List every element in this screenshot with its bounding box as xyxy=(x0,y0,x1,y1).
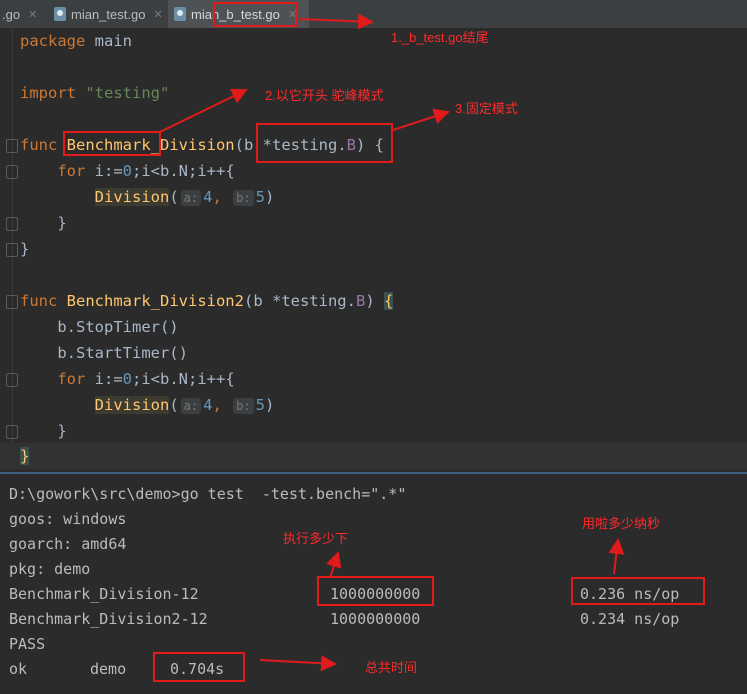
fold-icon[interactable] xyxy=(6,217,18,231)
type-pkg: *testing xyxy=(271,292,347,310)
bench-speed: 0.234 ns/op xyxy=(580,610,680,628)
paren: ) xyxy=(365,292,384,310)
annotation-speed: 用啦多少纳秒 xyxy=(582,516,661,531)
code-line-close-outer2: } xyxy=(20,443,30,469)
code-text: i:= xyxy=(85,370,123,388)
string-literal: "testing" xyxy=(85,84,170,102)
code-line-func2: func Benchmark_Division2(b *testing.B) { xyxy=(20,288,394,314)
keyword: for xyxy=(57,370,86,388)
code-line-close-inner: } xyxy=(20,210,67,236)
terminal-command: D:\gowork\src\demo>go test -test.bench="… xyxy=(9,485,407,503)
terminal-ok: ok xyxy=(9,660,28,678)
close-icon[interactable]: ✕ xyxy=(153,8,162,21)
code-line-package: package main xyxy=(20,28,132,54)
number: 0 xyxy=(122,162,132,180)
code-text: b.StartTimer() xyxy=(57,344,188,362)
param-hint: a: xyxy=(180,190,202,206)
code-line-division2: Division(a: 4, b: 5) xyxy=(20,392,274,418)
number: 0 xyxy=(122,370,132,388)
paren: ( xyxy=(169,396,179,414)
keyword: func xyxy=(20,136,58,154)
code-text: ;i<b.N;i++{ xyxy=(132,162,235,180)
function-call: Division xyxy=(94,188,170,206)
keyword: import xyxy=(20,84,76,102)
paren: ) xyxy=(264,396,275,414)
annotation-fixed: 3.固定模式 xyxy=(455,101,518,116)
param-hint: b: xyxy=(233,190,254,206)
code-line-close-outer: } xyxy=(20,236,29,262)
fold-icon[interactable] xyxy=(6,373,18,387)
highlight-box-iterations xyxy=(317,576,434,606)
type-name: B xyxy=(355,292,366,310)
brace: } xyxy=(57,422,67,440)
code-text: b.StopTimer() xyxy=(57,318,179,336)
highlight-box-benchmark-prefix xyxy=(63,131,161,156)
bench-name: Benchmark_Division2-12 xyxy=(9,610,208,628)
fold-icon[interactable] xyxy=(6,139,18,153)
function-name: Benchmark_Division2 xyxy=(66,292,244,310)
code-line-close-inner2: } xyxy=(20,418,67,444)
keyword: for xyxy=(57,162,86,180)
annotation-iterations: 执行多少下 xyxy=(283,531,349,546)
terminal-pkg: pkg: demo xyxy=(9,560,91,578)
terminal-pkgname: demo xyxy=(90,660,127,678)
paren: ( xyxy=(169,188,179,206)
highlight-box-total-time xyxy=(153,652,245,682)
annotation-total-time: 总共时间 xyxy=(365,660,418,675)
dot: . xyxy=(346,292,356,310)
keyword: func xyxy=(20,292,58,310)
bench-iterations: 1000000000 xyxy=(330,610,421,628)
matched-brace: { xyxy=(384,292,394,310)
function-call: Division xyxy=(94,396,170,414)
brace: } xyxy=(20,240,30,258)
code-line-for2: for i:=0;i<b.N;i++{ xyxy=(20,366,235,392)
tab-label: .go xyxy=(2,6,21,22)
terminal-pass: PASS xyxy=(9,635,46,653)
code-text: ;i<b.N;i++{ xyxy=(132,370,235,388)
editor-tab-bar: .go ✕ mian_test.go ✕ mian_b_test.go ✕ xyxy=(0,0,747,29)
code-line-division1: Division(a: 4, b: 5) xyxy=(20,184,274,210)
code-line-stoptimer: b.StopTimer() xyxy=(20,314,179,340)
terminal-goarch: goarch: amd64 xyxy=(9,535,127,553)
go-file-icon xyxy=(174,7,186,21)
annotation-prefix: 2.以它开头 驼峰模式 xyxy=(265,88,384,103)
annotation-filename: 1._b_test.go结尾 xyxy=(391,30,489,45)
highlight-box-testing-b xyxy=(256,123,393,163)
bench-name: Benchmark_Division-12 xyxy=(9,585,199,603)
code-text: i:= xyxy=(85,162,123,180)
fold-icon[interactable] xyxy=(6,243,18,257)
fold-icon[interactable] xyxy=(6,165,18,179)
comma: , xyxy=(212,188,222,206)
keyword: package xyxy=(20,32,86,50)
tab-mian-test[interactable]: mian_test.go ✕ xyxy=(48,0,172,28)
highlight-box-filename xyxy=(213,2,297,27)
identifier: main xyxy=(94,32,132,50)
number: 5 xyxy=(255,396,265,414)
current-line-highlight xyxy=(0,443,747,469)
tab-label: mian_test.go xyxy=(71,6,146,22)
code-line-import: import "testing" xyxy=(20,80,169,106)
highlight-box-speed xyxy=(571,577,705,605)
close-icon[interactable]: ✕ xyxy=(28,8,37,21)
code-line-starttimer: b.StartTimer() xyxy=(20,340,188,366)
comma: , xyxy=(212,396,222,414)
code-line-for1: for i:=0;i<b.N;i++{ xyxy=(20,158,235,184)
paren: ) xyxy=(264,188,275,206)
param-hint: a: xyxy=(180,398,202,414)
terminal-goos: goos: windows xyxy=(9,510,127,528)
fold-icon[interactable] xyxy=(6,425,18,439)
matched-brace: } xyxy=(20,447,30,465)
go-file-icon xyxy=(54,7,66,21)
param-hint: b: xyxy=(233,398,254,414)
tab-partial-go[interactable]: .go ✕ xyxy=(0,0,46,28)
number: 5 xyxy=(255,188,265,206)
param: (b xyxy=(243,292,272,310)
fold-icon[interactable] xyxy=(6,295,18,309)
brace: } xyxy=(57,214,67,232)
